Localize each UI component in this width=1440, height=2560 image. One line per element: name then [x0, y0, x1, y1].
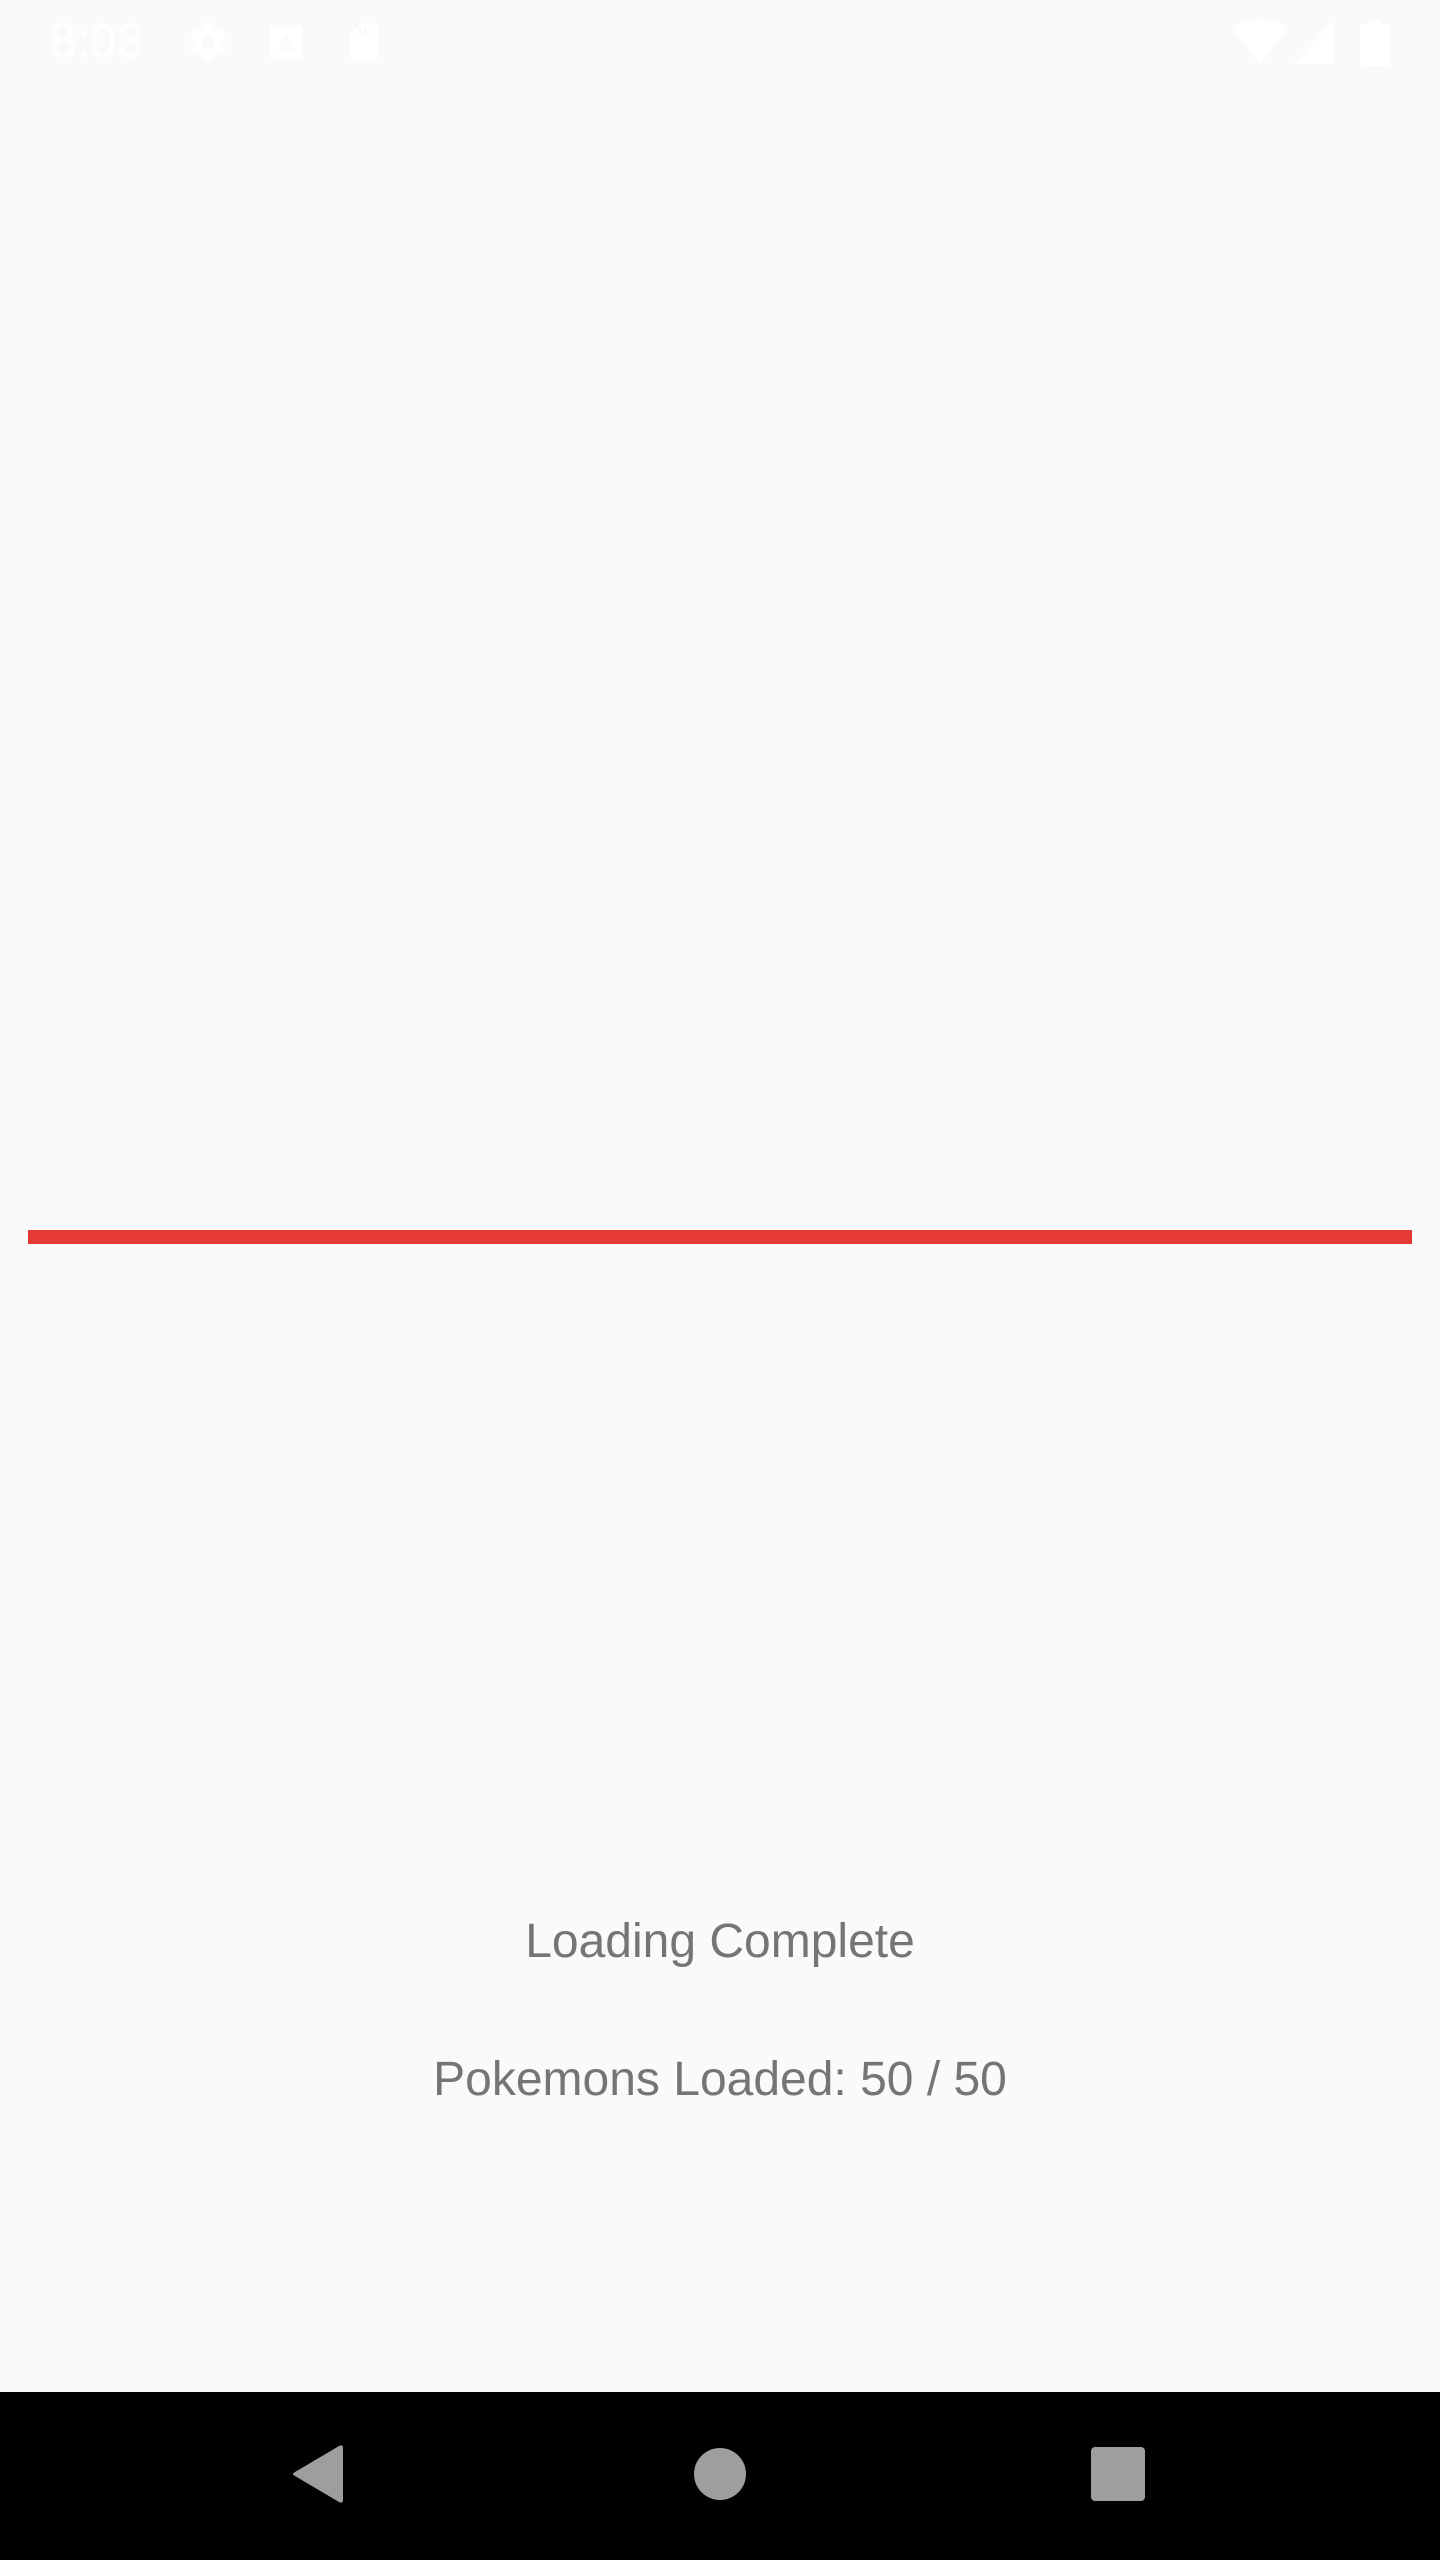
back-icon — [291, 2444, 345, 2509]
progress-fill — [28, 1230, 1412, 1244]
drive-icon — [264, 20, 308, 64]
back-button[interactable] — [282, 2440, 354, 2512]
status-time: 8:03 — [50, 15, 144, 68]
gear-icon — [186, 20, 230, 64]
home-button[interactable] — [684, 2440, 756, 2512]
recents-button[interactable] — [1082, 2440, 1154, 2512]
status-bar: 8:03 — [0, 0, 1440, 84]
sd-card-icon — [342, 20, 386, 64]
loading-screen: 8:03 Loading Complete Pokemons Loaded: 5… — [0, 0, 1440, 2560]
home-icon — [694, 2447, 746, 2505]
loading-status-text: Loading Complete — [525, 1915, 915, 1968]
recents-icon — [1091, 2446, 1145, 2506]
cell-signal-icon — [1294, 20, 1334, 64]
wifi-icon — [1232, 19, 1288, 64]
battery-icon — [1360, 20, 1390, 66]
loading-progress-bar — [28, 1230, 1412, 1244]
pokemon-count-text: Pokemons Loaded: 50 / 50 — [433, 2053, 1007, 2106]
navigation-bar — [0, 2392, 1440, 2560]
